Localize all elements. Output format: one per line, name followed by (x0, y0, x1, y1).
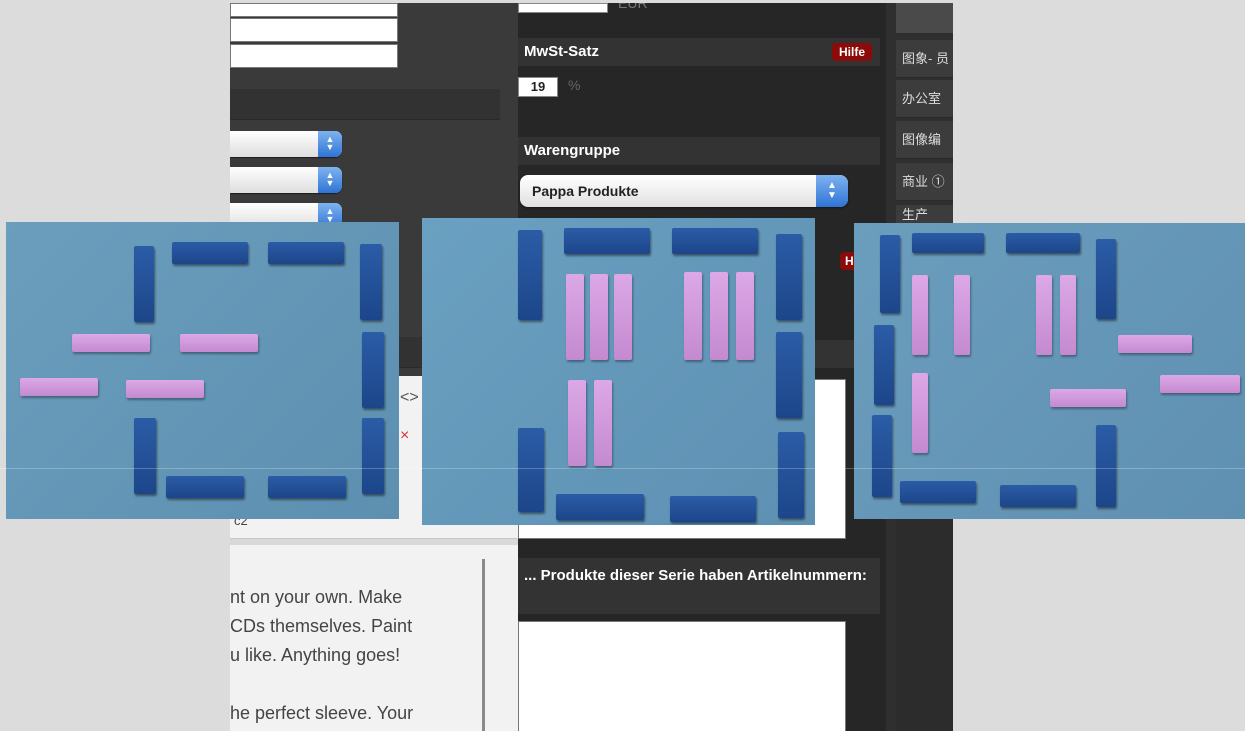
stick (912, 233, 984, 253)
stick (134, 418, 156, 494)
stick (180, 334, 258, 352)
article-numbers-textarea[interactable] (518, 621, 846, 731)
stick (778, 432, 804, 518)
stepper-icon: ▲ ▼ (816, 175, 848, 207)
editor-line: nt on your own. Make (230, 587, 403, 607)
close-icon[interactable]: × (400, 427, 409, 445)
section-bar (230, 89, 500, 120)
product-group-header: Warengruppe (518, 137, 880, 165)
stick (362, 418, 384, 494)
menu-item-2[interactable]: 办公室 (896, 80, 953, 118)
stick (268, 242, 344, 264)
editor-line: u like. Anything goes! (230, 645, 401, 665)
stick (710, 272, 728, 360)
stick (518, 230, 542, 320)
stick (736, 272, 754, 360)
select-2[interactable]: ▲ ▼ (230, 167, 342, 193)
stick (568, 380, 586, 466)
stick (20, 378, 98, 396)
stick (1160, 375, 1240, 393)
stick (518, 428, 544, 512)
stick (672, 228, 758, 254)
divider-line (0, 468, 1245, 469)
stick (1060, 275, 1076, 355)
text-field-1[interactable] (230, 3, 398, 17)
stick (1096, 425, 1116, 507)
right-top-bar (896, 3, 953, 33)
price-field[interactable] (518, 3, 608, 13)
editor-line: he perfect sleeve. Your (230, 703, 414, 723)
stick (166, 476, 244, 498)
product-group-select[interactable]: Pappa Produkte ▲ ▼ (520, 175, 848, 207)
stick (1096, 239, 1116, 319)
stick (590, 274, 608, 360)
vat-unit: % (568, 77, 581, 93)
stick (1036, 275, 1052, 355)
stick (1006, 233, 1080, 253)
stepper-icon: ▲ ▼ (318, 167, 342, 193)
product-group-title: Warengruppe (524, 142, 621, 159)
vat-header: MwSt-Satz Hilfe (518, 38, 880, 66)
stick (1050, 389, 1126, 407)
stick (776, 234, 802, 320)
stick (1000, 485, 1076, 507)
photo-1 (6, 222, 399, 519)
editor-toolbar (230, 538, 518, 545)
editor-line: CDs themselves. Paint (230, 616, 413, 636)
stick (954, 275, 970, 355)
stick (900, 481, 976, 503)
stick (594, 380, 612, 466)
stick (72, 334, 150, 352)
photo-3 (854, 223, 1245, 519)
product-group-value: Pappa Produkte (532, 183, 639, 199)
menu-item-5[interactable]: 生产 (896, 205, 953, 225)
menu-item-1[interactable]: 图象- 员 (896, 40, 953, 78)
stick (614, 274, 632, 360)
stick (172, 242, 248, 264)
menu-item-3[interactable]: 图像编 (896, 121, 953, 159)
series-header: ... Produkte dieser Serie haben Artikeln… (518, 558, 880, 614)
stick (564, 228, 650, 254)
photo-2 (422, 218, 815, 525)
stick (874, 325, 894, 405)
scrollbar[interactable] (482, 559, 485, 731)
stick (362, 332, 384, 408)
stick (126, 380, 204, 398)
stick (912, 275, 928, 355)
editor-content[interactable]: nt on your own. Make CDs themselves. Pai… (230, 583, 470, 728)
vat-title: MwSt-Satz (524, 43, 599, 60)
vat-input[interactable]: 19 (518, 77, 558, 97)
price-unit: EUR (618, 3, 648, 11)
stick (1118, 335, 1192, 353)
stick (556, 494, 644, 520)
select-1[interactable]: ▲ ▼ (230, 131, 342, 157)
stepper-icon: ▲ ▼ (318, 131, 342, 157)
stick (872, 415, 892, 497)
stick (268, 476, 346, 498)
stick (880, 235, 900, 313)
stick (670, 496, 756, 522)
stick (134, 246, 154, 322)
stick (566, 274, 584, 360)
stick (360, 244, 382, 320)
stick (776, 332, 802, 418)
menu-item-4[interactable]: 商业 ① (896, 163, 953, 201)
code-view-icon[interactable]: <> (400, 389, 419, 407)
stick (912, 373, 928, 453)
vat-help-button[interactable]: Hilfe (831, 43, 872, 61)
text-field-2[interactable] (230, 18, 398, 42)
stick (684, 272, 702, 360)
text-field-3[interactable] (230, 44, 398, 68)
